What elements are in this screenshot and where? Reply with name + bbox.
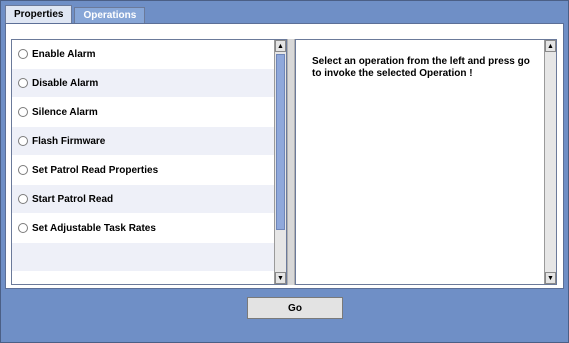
radio-button[interactable] (18, 78, 28, 88)
operation-label: Set Adjustable Task Rates (32, 222, 156, 234)
radio-button[interactable] (18, 49, 28, 59)
list-item-set-patrol-read-properties[interactable]: Set Patrol Read Properties (12, 156, 274, 185)
radio-button[interactable] (18, 107, 28, 117)
operation-label: Start Patrol Read (32, 193, 114, 205)
list-item-silence-alarm[interactable]: Silence Alarm (12, 98, 274, 127)
list-item-start-patrol-read[interactable]: Start Patrol Read (12, 185, 274, 214)
operation-label: Set Patrol Read Properties (32, 164, 159, 176)
instructions-text: Select an operation from the left and pr… (312, 56, 530, 79)
instructions-panel: Select an operation from the left and pr… (295, 39, 557, 285)
list-item-flash-firmware[interactable]: Flash Firmware (12, 127, 274, 156)
instructions-scrollbar[interactable]: ▲ ▼ (544, 40, 556, 284)
radio-button[interactable] (18, 165, 28, 175)
radio-button[interactable] (18, 136, 28, 146)
split-pane-divider[interactable] (287, 39, 295, 285)
scroll-down-arrow-icon[interactable]: ▼ (275, 272, 286, 284)
list-item-empty (12, 243, 274, 272)
radio-button[interactable] (18, 194, 28, 204)
operation-label: Disable Alarm (32, 77, 99, 89)
operations-scrollbar[interactable]: ▲ ▼ (274, 40, 286, 284)
operation-label: Flash Firmware (32, 135, 106, 147)
tab-operations[interactable]: Operations (74, 7, 146, 23)
list-item-set-adjustable-task-rates[interactable]: Set Adjustable Task Rates (12, 214, 274, 243)
scroll-thumb[interactable] (276, 54, 285, 230)
tab-properties[interactable]: Properties (5, 5, 73, 23)
radio-button[interactable] (18, 223, 28, 233)
list-item-enable-alarm[interactable]: Enable Alarm (12, 40, 274, 69)
operation-label: Silence Alarm (32, 106, 98, 118)
operations-window: Properties Operations Enable Alarm Disab… (0, 0, 569, 343)
list-item-disable-alarm[interactable]: Disable Alarm (12, 69, 274, 98)
scroll-up-arrow-icon[interactable]: ▲ (275, 40, 286, 52)
go-button[interactable]: Go (247, 297, 343, 319)
operations-list-panel: Enable Alarm Disable Alarm Silence Alarm… (11, 39, 287, 285)
operation-label: Enable Alarm (32, 48, 96, 60)
scroll-down-arrow-icon[interactable]: ▼ (545, 272, 556, 284)
operations-list: Enable Alarm Disable Alarm Silence Alarm… (12, 40, 274, 284)
tab-bar: Properties Operations (5, 5, 147, 23)
scroll-up-arrow-icon[interactable]: ▲ (545, 40, 556, 52)
